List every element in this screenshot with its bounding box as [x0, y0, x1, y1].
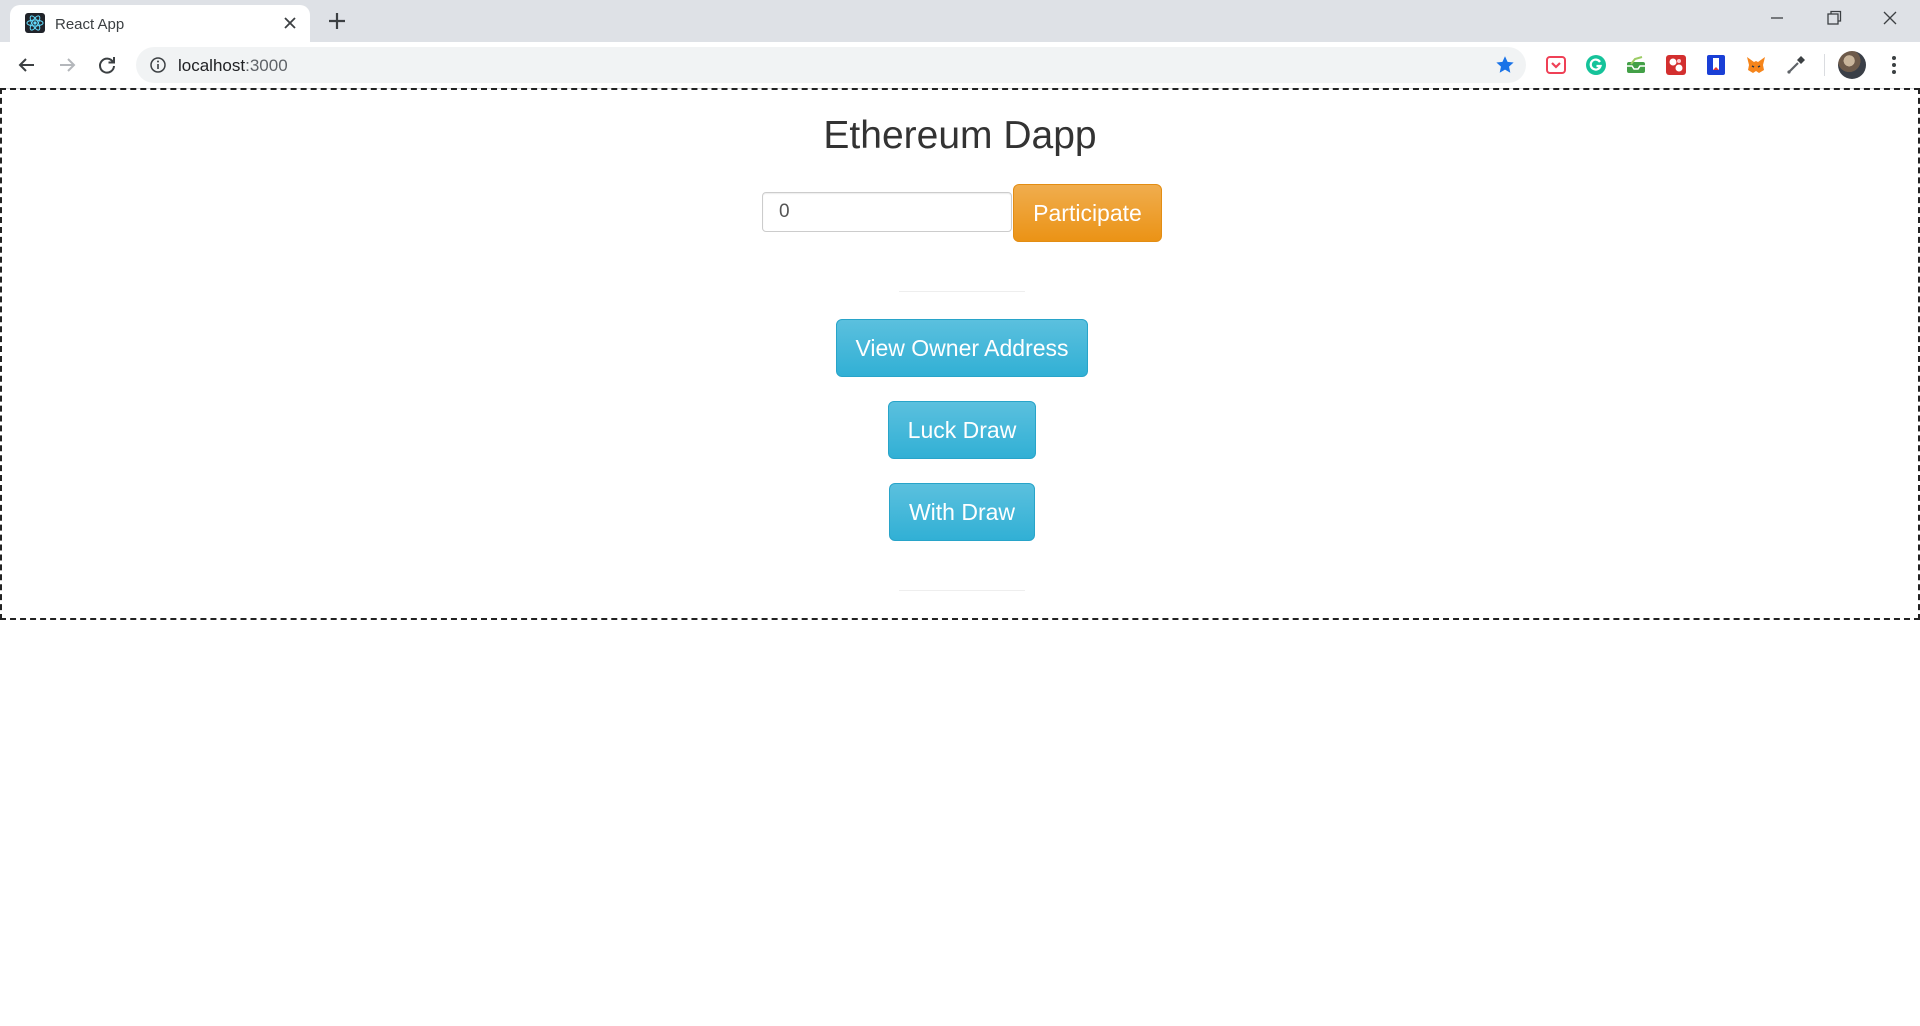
- inbox-icon[interactable]: [1625, 54, 1647, 76]
- bookmark-ext-icon[interactable]: [1705, 54, 1727, 76]
- puzzle-game-icon[interactable]: [1665, 54, 1687, 76]
- tab-title: React App: [55, 16, 125, 33]
- view-owner-address-button[interactable]: View Owner Address: [836, 319, 1088, 377]
- react-favicon-icon: [25, 13, 45, 33]
- site-info-icon[interactable]: [149, 56, 167, 74]
- url-port: :3000: [245, 56, 288, 75]
- participate-button[interactable]: Participate: [1013, 184, 1162, 242]
- forward-arrow-icon[interactable]: [55, 53, 79, 77]
- luck-draw-button[interactable]: Luck Draw: [888, 401, 1036, 459]
- back-arrow-icon[interactable]: [15, 53, 39, 77]
- amount-input[interactable]: [762, 192, 1012, 232]
- section-divider: [899, 291, 1025, 292]
- metamask-icon[interactable]: [1745, 54, 1767, 76]
- with-draw-button[interactable]: With Draw: [889, 483, 1035, 541]
- browser-menu-icon[interactable]: [1882, 53, 1906, 77]
- url-host: localhost: [178, 56, 246, 75]
- page-title: Ethereum Dapp: [823, 114, 1097, 157]
- browser-tab-strip: React App: [0, 0, 1920, 42]
- pocket-icon[interactable]: [1545, 54, 1567, 76]
- grammarly-icon[interactable]: [1585, 54, 1607, 76]
- tab-react-app[interactable]: React App: [10, 5, 310, 42]
- profile-avatar[interactable]: [1838, 51, 1866, 79]
- address-bar[interactable]: localhost:3000: [136, 47, 1526, 83]
- dapp-container: Ethereum Dapp Participate View Owner Add…: [0, 88, 1920, 620]
- toolbar-divider: [1824, 54, 1825, 76]
- close-tab-icon[interactable]: [281, 14, 299, 32]
- section-divider: [899, 590, 1025, 591]
- restore-window-icon[interactable]: [1822, 6, 1846, 30]
- reload-icon[interactable]: [95, 53, 119, 77]
- bookmark-star-icon[interactable]: [1494, 54, 1516, 76]
- eyedropper-icon[interactable]: [1785, 54, 1807, 76]
- minimize-window-icon[interactable]: [1765, 6, 1789, 30]
- close-window-icon[interactable]: [1878, 6, 1902, 30]
- new-tab-plus-icon[interactable]: [326, 10, 348, 32]
- browser-toolbar: localhost:3000: [0, 42, 1920, 89]
- address-url: localhost:3000: [178, 56, 288, 76]
